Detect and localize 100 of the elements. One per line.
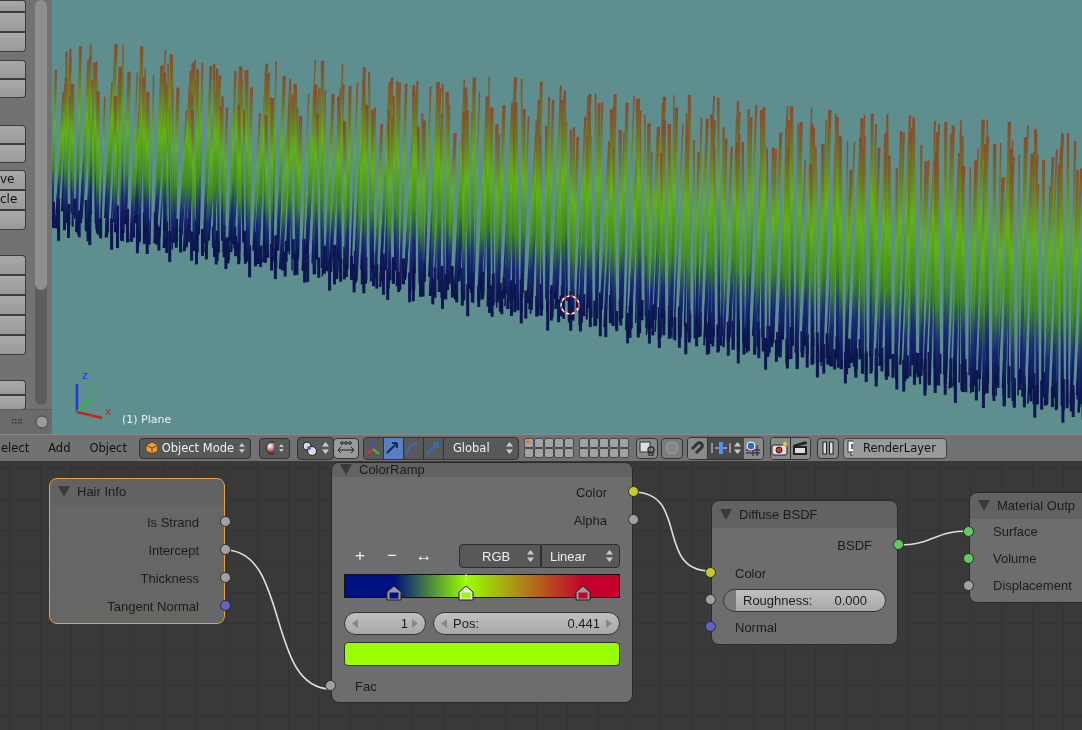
- color-stop-marker[interactable]: [575, 585, 592, 601]
- magnet-icon: [689, 440, 706, 456]
- ramp-tool-button[interactable]: −: [376, 544, 408, 568]
- shading-dropdown[interactable]: [258, 437, 290, 459]
- tool-button[interactable]: ve: [0, 170, 26, 190]
- ramp-tool-button[interactable]: +: [344, 544, 376, 568]
- cursor-icon[interactable]: [560, 290, 580, 321]
- menu-item[interactable]: Object: [89, 441, 127, 455]
- tool-button[interactable]: [0, 125, 26, 144]
- cube-icon: [144, 441, 157, 455]
- snap-element-dropdown[interactable]: [707, 437, 744, 459]
- snap-target-button[interactable]: [743, 437, 763, 459]
- updown-arrows-icon: [505, 442, 513, 454]
- socket[interactable]: [963, 552, 974, 564]
- tool-button[interactable]: [0, 60, 26, 79]
- socket[interactable]: [628, 514, 639, 525]
- socket[interactable]: [325, 680, 336, 691]
- socket[interactable]: [893, 539, 904, 550]
- socket[interactable]: [220, 572, 231, 583]
- tool-button[interactable]: [0, 315, 26, 335]
- tool-button[interactable]: [0, 380, 26, 395]
- socket[interactable]: [628, 486, 639, 497]
- updown-arrows-icon: [239, 442, 245, 454]
- updown-arrows-icon: [321, 442, 329, 454]
- menu-item[interactable]: elect: [1, 441, 30, 455]
- color-ramp-bar[interactable]: [344, 574, 620, 598]
- pause-button[interactable]: [816, 437, 839, 459]
- scrollbar-thumb[interactable]: [35, 0, 47, 290]
- translate-tool-button[interactable]: [383, 437, 404, 459]
- node-background[interactable]: [969, 492, 1082, 603]
- tool-button[interactable]: [0, 79, 26, 98]
- socket-label: Alpha: [573, 512, 607, 528]
- updown-arrows-icon: [606, 550, 613, 562]
- tool-button[interactable]: [0, 275, 26, 295]
- socket-label: Color: [575, 484, 607, 500]
- camera-icon: [771, 440, 790, 456]
- pivot-dropdown[interactable]: [296, 436, 334, 460]
- socket-label: Color: [735, 565, 767, 581]
- axis-label: z: [82, 370, 88, 382]
- proportional-edit-button[interactable]: [660, 437, 683, 459]
- field-value: 0.441: [567, 616, 600, 631]
- socket-label: Displacement: [993, 578, 1072, 593]
- mode-dropdown[interactable]: Object Mode: [138, 437, 251, 459]
- field-label: Pos:: [453, 616, 480, 631]
- socket[interactable]: [220, 516, 231, 527]
- render-layer-dropdown[interactable]: RenderLayer: [842, 437, 947, 459]
- tool-button[interactable]: [0, 210, 26, 230]
- socket[interactable]: [220, 544, 231, 555]
- node-title: Hair Info: [77, 484, 127, 499]
- tool-button[interactable]: [0, 32, 26, 52]
- socket-label: Intercept: [148, 542, 199, 558]
- layer-grid[interactable]: [578, 437, 630, 459]
- socket[interactable]: [963, 525, 974, 537]
- updown-arrows-icon: [527, 550, 534, 562]
- color-swatch[interactable]: [344, 642, 620, 666]
- socket-label: Surface: [993, 524, 1038, 539]
- tool-button[interactable]: cle: [0, 190, 26, 210]
- color-stop-marker[interactable]: [457, 574, 474, 601]
- interpolation-dropdown[interactable]: Linear: [541, 544, 620, 568]
- tool-button[interactable]: [0, 144, 26, 163]
- socket-label: Thickness: [140, 570, 199, 586]
- axis-label: x: [105, 406, 112, 418]
- tool-button[interactable]: [0, 12, 26, 32]
- render-animation-button[interactable]: [790, 437, 810, 459]
- updown-arrows-icon: [733, 442, 741, 454]
- node-title: Material Outp: [997, 498, 1076, 513]
- manipulator-toggle-button[interactable]: [332, 437, 359, 459]
- ramp-tool-button[interactable]: ↔: [408, 544, 440, 568]
- axes-icon: [365, 440, 382, 456]
- pause-icon: [821, 441, 834, 455]
- render-layers-icon: [846, 440, 853, 456]
- socket-label: BSDF: [837, 537, 872, 553]
- socket[interactable]: [705, 594, 716, 605]
- socket[interactable]: [705, 567, 716, 578]
- grid-target-icon: [745, 440, 762, 456]
- tool-button[interactable]: [0, 255, 26, 275]
- clapperboard-icon: [791, 440, 810, 456]
- grip-icon[interactable]: [12, 419, 22, 424]
- orientation-dropdown[interactable]: Global: [443, 437, 518, 459]
- color-mode-dropdown[interactable]: RGB: [459, 544, 541, 568]
- socket[interactable]: [963, 579, 974, 591]
- lock-button[interactable]: [635, 437, 658, 459]
- node-background[interactable]: [49, 478, 225, 624]
- circle-handle-icon[interactable]: [35, 415, 49, 429]
- color-stop-marker[interactable]: [386, 585, 403, 601]
- socket-label: Fac: [355, 678, 377, 694]
- ring-icon: [664, 441, 679, 455]
- link-icon: [638, 440, 655, 456]
- tool-button[interactable]: [0, 335, 26, 355]
- snap-button[interactable]: [687, 437, 708, 459]
- tool-button[interactable]: [0, 295, 26, 315]
- layer-grid[interactable]: [523, 437, 575, 459]
- tool-button[interactable]: [0, 0, 26, 12]
- node-title: Diffuse BSDF: [739, 506, 818, 522]
- axes-toggle-button[interactable]: [363, 437, 384, 459]
- socket-label: Tangent Normal: [107, 598, 199, 614]
- render-image-button[interactable]: [770, 437, 791, 459]
- menu-item[interactable]: Add: [48, 441, 71, 455]
- updown-arrows-icon: [279, 442, 284, 454]
- socket-label: Normal: [735, 619, 777, 635]
